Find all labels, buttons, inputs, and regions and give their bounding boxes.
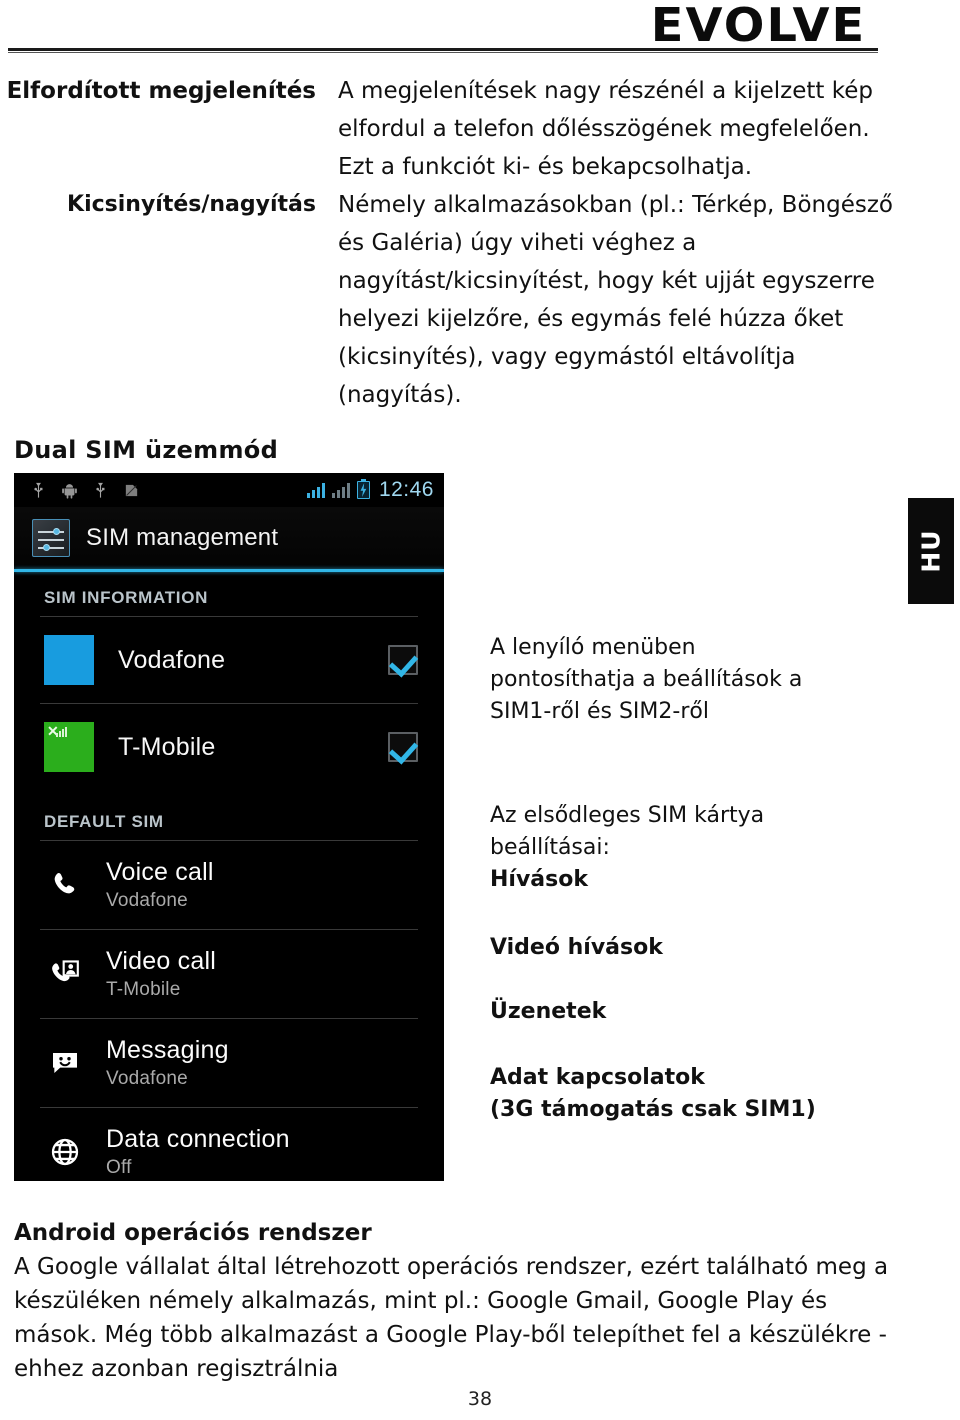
default-sim-subtitle: Vodafone (106, 889, 188, 911)
battery-charging-icon (356, 479, 370, 499)
default-sim-text: Voice call Vodafone (92, 857, 214, 912)
status-clock: 12:46 (378, 478, 434, 501)
phone-screenshot: 12:46 SIM management SIM INFORMATION Vod… (14, 473, 444, 1181)
feature-label: Elfordított megjelenítés (6, 78, 316, 104)
video-call-icon (38, 958, 92, 990)
default-sim-text: Video call T-Mobile (92, 946, 216, 1001)
feature-description: A megjelenítések nagy részénél a kijelze… (338, 78, 873, 180)
language-tab-label: HU (916, 529, 946, 573)
annotation-line: (3G támogatás csak SIM1) (490, 1097, 816, 1122)
status-right-icons: 12:46 (306, 478, 434, 502)
feature-table: Elfordított megjelenítés A megjelenítése… (0, 72, 900, 414)
sim-color-chip: ✕ (44, 722, 94, 772)
signal-bars-icon (331, 482, 350, 498)
manual-page: EVOLVE Elfordított megjelenítés A megjel… (0, 0, 960, 1420)
default-sim-subtitle: Off (106, 1156, 132, 1178)
sim-row-tmobile[interactable]: ✕ T-Mobile (14, 704, 444, 790)
signal-bars-icon (56, 726, 67, 737)
table-row: Kicsinyítés/nagyítás Némely alkalmazások… (0, 186, 900, 414)
default-sim-title: Messaging (106, 1035, 229, 1064)
sim-name: Vodafone (118, 645, 226, 674)
header-divider (8, 48, 878, 53)
android-os-section: Android operációs rendszer A Google váll… (14, 1216, 914, 1386)
default-sim-row-video-call[interactable]: Video call T-Mobile (14, 930, 444, 1018)
annotation-line: Adat kapcsolatok (490, 1065, 705, 1090)
feature-label: Kicsinyítés/nagyítás (67, 192, 316, 217)
annotation-data-connections: Adat kapcsolatok (3G támogatás csak SIM1… (490, 1062, 816, 1126)
sim-name: T-Mobile (118, 732, 216, 761)
annotation-messages: Üzenetek (490, 999, 607, 1024)
usb-icon (96, 482, 105, 498)
default-sim-title: Voice call (106, 857, 214, 886)
language-tab-hu: HU (908, 498, 954, 604)
default-sim-header: DEFAULT SIM (44, 812, 164, 831)
default-sim-subtitle: Vodafone (106, 1067, 188, 1089)
globe-icon (38, 1136, 92, 1168)
signal-bars-icon (306, 482, 325, 498)
annotation-primary-sim: Az elsődleges SIM kártya beállításai: Hí… (490, 800, 764, 896)
default-sim-row-messaging[interactable]: Messaging Vodafone (14, 1019, 444, 1107)
default-sim-text: Data connection Off (92, 1124, 290, 1179)
android-robot-icon (62, 483, 77, 499)
android-os-paragraph: A Google vállalat által létrehozott oper… (14, 1254, 889, 1382)
logo-text: EVOLVE (650, 0, 866, 52)
android-os-heading: Android operációs rendszer (14, 1220, 372, 1246)
feature-description: Némely alkalmazásokban (pl.: Térkép, Bön… (338, 192, 893, 408)
action-bar: SIM management (14, 507, 444, 569)
usb-icon (34, 482, 43, 498)
sd-card-icon (125, 484, 138, 496)
annotation-line: beállításai: (490, 835, 610, 860)
sim-enable-checkbox[interactable] (388, 645, 418, 675)
sim-row-vodafone[interactable]: Vodafone (14, 617, 444, 703)
annotation-line: pontosíthatja a beállítások a (490, 667, 803, 692)
default-sim-row-voice-call[interactable]: Voice call Vodafone (14, 841, 444, 929)
annotation-calls: Hívások (490, 867, 588, 892)
annotation-dropdown: A lenyíló menüben pontosíthatja a beállí… (490, 632, 802, 728)
evolve-logo: EVOLVE (650, 2, 866, 48)
table-row: Elfordított megjelenítés A megjelenítése… (0, 72, 900, 186)
default-sim-text: Messaging Vodafone (92, 1035, 229, 1090)
section-title: Dual SIM üzemmód (14, 436, 279, 464)
status-bar: 12:46 (14, 473, 444, 507)
message-bubble-icon (38, 1047, 92, 1079)
action-bar-title: SIM management (86, 524, 279, 551)
phone-handset-icon (38, 869, 92, 901)
default-sim-subtitle: T-Mobile (106, 978, 181, 1000)
annotation-line: SIM1-ről és SIM2-ről (490, 699, 709, 724)
sim-color-chip (44, 635, 94, 685)
sim-enable-checkbox[interactable] (388, 732, 418, 762)
default-sim-row-data-connection[interactable]: Data connection Off (14, 1108, 444, 1181)
page-number: 38 (467, 1388, 493, 1410)
annotation-line: Az elsődleges SIM kártya (490, 803, 765, 828)
status-left-icons (30, 481, 307, 500)
sim-management-icon (32, 519, 70, 557)
sim-information-header: SIM INFORMATION (44, 588, 209, 607)
annotation-line: A lenyíló menüben (490, 635, 696, 660)
annotation-video-calls: Videó hívások (490, 935, 663, 960)
default-sim-title: Video call (106, 946, 216, 975)
default-sim-title: Data connection (106, 1124, 290, 1153)
